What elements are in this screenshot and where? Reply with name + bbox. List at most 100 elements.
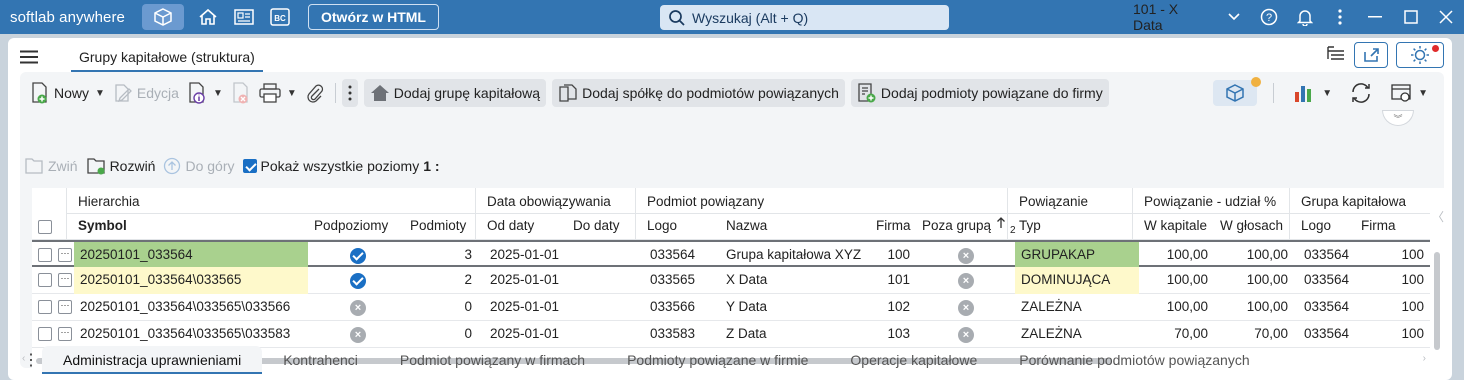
chevron-down-icon[interactable]: [1216, 13, 1251, 21]
row-menu-icon[interactable]: ···: [58, 300, 72, 314]
table-row[interactable]: ··· 20250101_033564\033565\033583 × 0 2025-0…: [32, 321, 1430, 348]
chevron-down-icon[interactable]: ▼: [95, 88, 105, 99]
search-icon: [669, 9, 685, 26]
row-checkbox[interactable]: [38, 300, 52, 314]
col-outside-group[interactable]: Poza grupą: [916, 214, 991, 238]
tab-operacje[interactable]: Operacje kapitałowe: [829, 346, 998, 374]
col-entities[interactable]: Podmioty: [404, 214, 466, 238]
tab-grupy-kapitalowe[interactable]: Grupy kapitałowe (struktura): [71, 44, 263, 72]
table-row[interactable]: ··· 20250101_033564\033565 2 2025-01-01 0335…: [32, 267, 1430, 294]
cube-view-icon[interactable]: [1213, 77, 1262, 106]
cancel-circle-icon: ×: [350, 300, 366, 316]
col-capital[interactable]: W kapitale: [1138, 214, 1207, 238]
chart-button[interactable]: ▼: [1290, 79, 1336, 107]
row-checkbox[interactable]: [38, 273, 52, 287]
delete-button[interactable]: [227, 79, 255, 107]
minimize-icon[interactable]: [1358, 16, 1393, 18]
checkbox-checked[interactable]: [242, 159, 257, 173]
up-button[interactable]: Do góry: [163, 157, 235, 175]
news-icon[interactable]: [226, 0, 262, 34]
cell-type: ZALEŻNA: [1021, 299, 1082, 314]
share-icon[interactable]: [1354, 42, 1388, 68]
table-row[interactable]: ··· 20250101_033564 3 2025-01-01 033564 Grupa…: [32, 240, 1430, 269]
chevron-down-icon[interactable]: ▼: [287, 88, 297, 99]
cell-to-date: [570, 294, 640, 321]
chevron-down-icon[interactable]: ▼: [213, 88, 223, 99]
help-icon[interactable]: ?: [1252, 8, 1287, 26]
kebab-icon[interactable]: [1322, 9, 1357, 25]
cell-name: X Data: [726, 272, 768, 287]
header-group-capital-group: Grupa kapitałowa: [1301, 194, 1407, 209]
search-input[interactable]: Wyszukaj (Alt + Q): [660, 5, 949, 30]
bell-icon[interactable]: [1287, 8, 1322, 26]
col-from-date[interactable]: Od daty: [481, 214, 534, 238]
cube-icon[interactable]: [142, 4, 184, 30]
collapse-button[interactable]: Zwiń: [24, 157, 78, 175]
row-menu-icon[interactable]: ···: [58, 248, 72, 262]
row-menu-icon[interactable]: ···: [58, 327, 72, 341]
chevron-left-icon[interactable]: 〈: [1432, 208, 1444, 225]
tab-kontrahenci[interactable]: Kontrahenci: [262, 346, 379, 374]
sort-asc-icon[interactable]: 2: [990, 214, 1016, 238]
collapse-toolbar-icon[interactable]: ︾: [1382, 110, 1414, 126]
new-button[interactable]: Nowy ▼: [26, 79, 109, 107]
open-in-html-button[interactable]: Otwórz w HTML: [308, 4, 439, 30]
tab-administracja[interactable]: Administracja uprawnieniami: [42, 346, 263, 374]
chevron-down-icon[interactable]: ▼: [1322, 88, 1332, 99]
col-to-date[interactable]: Do daty: [567, 214, 620, 238]
maximize-icon[interactable]: [1393, 10, 1428, 24]
col-group-logo[interactable]: Logo: [1295, 214, 1331, 238]
tab-porownanie[interactable]: Porównanie podmiotów powiązanych: [998, 346, 1270, 374]
kebab-icon[interactable]: ⋮: [20, 350, 42, 370]
document-info-icon: [189, 82, 205, 104]
row-checkbox[interactable]: [38, 327, 52, 341]
show-levels-label: Pokaż wszystkie poziomy: [260, 158, 420, 174]
theme-toggle-icon[interactable]: [1396, 42, 1444, 68]
close-icon[interactable]: [1429, 10, 1464, 24]
row-menu-icon[interactable]: ···: [58, 273, 72, 287]
cell-type: ZALEŻNA: [1021, 326, 1082, 341]
tree-list-icon[interactable]: [1326, 45, 1346, 66]
separator: [1273, 83, 1275, 103]
print-button[interactable]: ▼: [255, 79, 301, 107]
cell-from-date: 2025-01-01: [490, 272, 560, 287]
check-circle-icon: [350, 273, 366, 289]
scroll-thumb[interactable]: [1434, 252, 1440, 350]
add-group-button[interactable]: Dodaj grupę kapitałową: [363, 79, 547, 107]
home-icon[interactable]: [190, 0, 226, 34]
col-firm[interactable]: Firma: [870, 214, 911, 238]
col-type[interactable]: Typ: [1013, 214, 1041, 238]
col-name[interactable]: Nazwa: [720, 214, 767, 238]
cell-group-firm: 100: [1401, 247, 1424, 262]
more-actions-button[interactable]: [341, 79, 358, 107]
edit-icon: [115, 84, 132, 103]
chevron-down-icon[interactable]: ▼: [1418, 88, 1428, 99]
col-symbol[interactable]: Symbol: [72, 214, 127, 238]
delete-document-icon: [233, 82, 248, 104]
content-area: Nowy ▼ Edycja ▼ ▼ Dodaj grupę kapitałową…: [20, 72, 1444, 368]
attach-button[interactable]: [301, 79, 329, 107]
vertical-scrollbar[interactable]: 〈: [1430, 188, 1444, 368]
col-sublevels[interactable]: Podpoziomy: [308, 214, 388, 238]
info-button[interactable]: ▼: [183, 79, 227, 107]
edit-button[interactable]: Edycja: [109, 79, 183, 107]
cell-capital: 70,00: [1174, 326, 1208, 341]
table-row[interactable]: ··· 20250101_033564\033565\033566 × 0 2025-0…: [32, 294, 1430, 321]
col-logo[interactable]: Logo: [641, 214, 677, 238]
expand-button[interactable]: Rozwiń: [86, 157, 155, 175]
tab-podmiot-w-firmach[interactable]: Podmiot powiązany w firmach: [379, 346, 606, 374]
add-company-button[interactable]: Dodaj spółkę do podmiotów powiązanych: [552, 79, 845, 107]
company-selector[interactable]: 101 - X Data: [1133, 1, 1206, 33]
show-levels-checkbox[interactable]: Pokaż wszystkie poziomy 1 :: [242, 158, 440, 174]
copy-documents-icon: [559, 84, 577, 102]
tab-podmioty-w-firmie[interactable]: Podmioty powiązane w firmie: [606, 346, 829, 374]
add-related-button[interactable]: Dodaj podmioty powiązane do firmy: [850, 79, 1109, 107]
col-votes[interactable]: W głosach: [1214, 214, 1283, 238]
settings-button[interactable]: ▼: [1386, 79, 1432, 107]
refresh-icon[interactable]: [1346, 79, 1376, 107]
select-all-checkbox[interactable]: [38, 220, 52, 234]
row-checkbox[interactable]: [38, 248, 52, 262]
hamburger-menu-icon[interactable]: [20, 50, 38, 67]
bc-icon[interactable]: BC: [262, 0, 298, 34]
col-group-firm[interactable]: Firma: [1355, 214, 1396, 238]
